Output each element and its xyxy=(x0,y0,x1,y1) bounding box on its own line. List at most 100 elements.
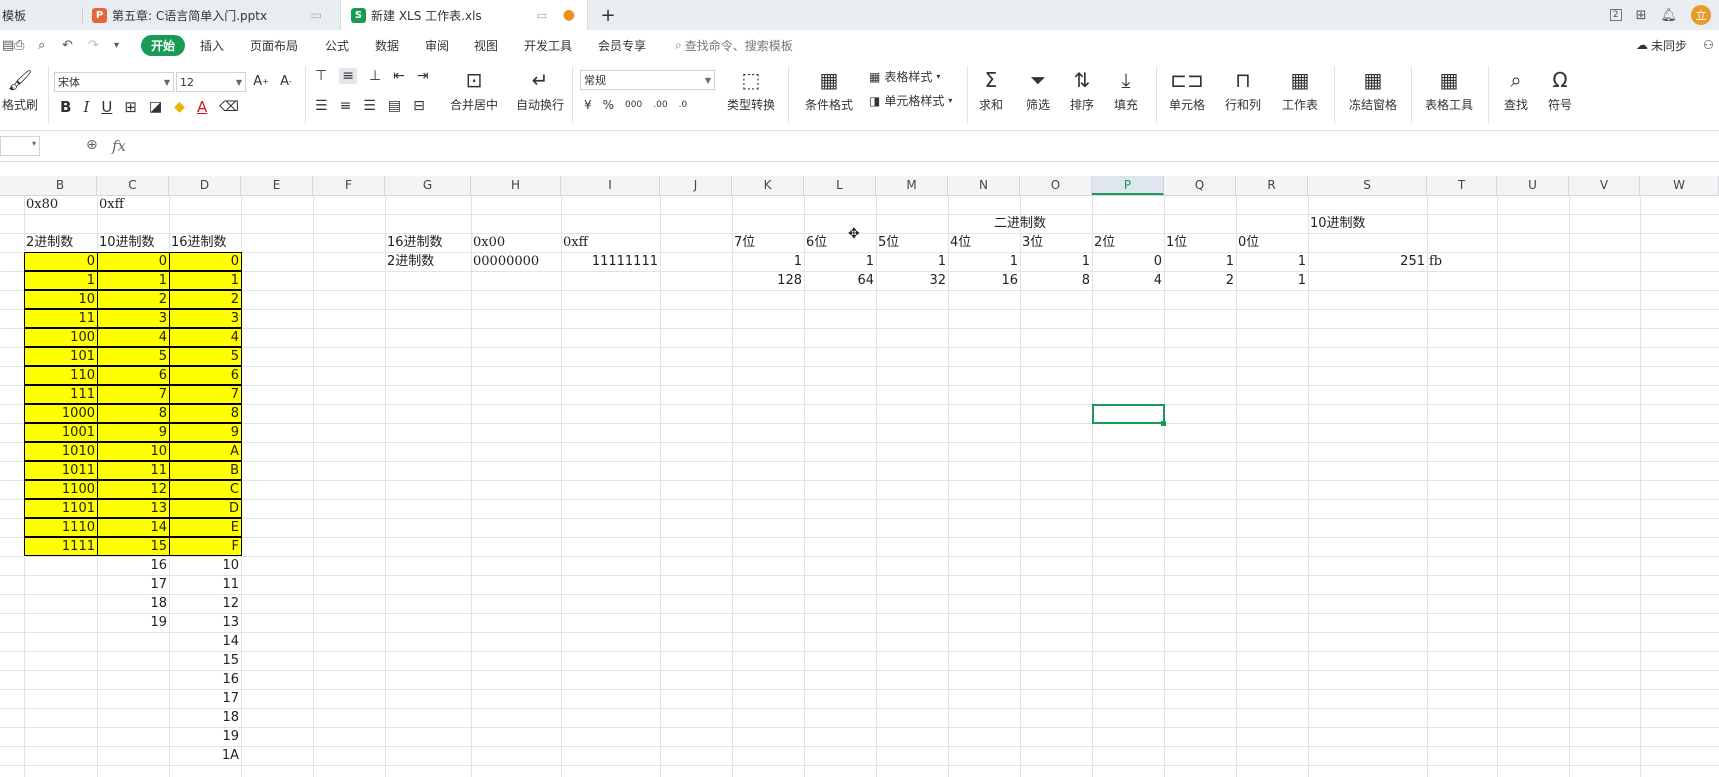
bit-weight[interactable]: 32 xyxy=(876,271,948,290)
table-cell[interactable]: 11 xyxy=(97,461,170,480)
more-chevron-icon[interactable]: ▾ xyxy=(114,30,119,60)
table-cell[interactable]: 9 xyxy=(97,423,170,442)
bit-weight[interactable]: 1 xyxy=(1236,271,1308,290)
italic-icon[interactable]: I xyxy=(83,98,89,116)
column-header-h[interactable]: H xyxy=(471,176,561,195)
align-top-icon[interactable]: ⊤ xyxy=(315,68,327,84)
bit-weight[interactable]: 8 xyxy=(1020,271,1092,290)
column-header-o[interactable]: O xyxy=(1020,176,1092,195)
table-cell[interactable]: 8 xyxy=(169,404,242,423)
table-cell[interactable]: 10 xyxy=(24,290,98,309)
column-header-s[interactable]: S xyxy=(1308,176,1427,195)
cell-c[interactable]: 19 xyxy=(97,613,169,632)
cell-d[interactable]: 10 xyxy=(169,556,241,575)
font-size-select[interactable]: 12 ▼ xyxy=(176,72,246,92)
sync-status[interactable]: ☁ 未同步 xyxy=(1636,30,1687,60)
column-header-q[interactable]: Q xyxy=(1164,176,1236,195)
table-cell[interactable]: 12 xyxy=(97,480,170,499)
table-cell[interactable]: 2 xyxy=(97,290,170,309)
fill-handle[interactable] xyxy=(1161,421,1166,426)
table-cell[interactable]: 2 xyxy=(169,290,242,309)
menu-insert[interactable]: 插入 xyxy=(200,30,224,60)
title-binary[interactable]: 二进制数 xyxy=(948,214,1092,233)
layout-icon[interactable]: 2 xyxy=(1609,9,1622,21)
cell-d[interactable]: 16 xyxy=(169,670,241,689)
table-cell[interactable]: 1110 xyxy=(24,518,98,537)
bit-header[interactable]: 3位 xyxy=(1020,233,1092,252)
table-cell[interactable]: D xyxy=(169,499,242,518)
row-col-button[interactable]: ⊓ 行和列 xyxy=(1213,64,1273,126)
menu-review[interactable]: 审阅 xyxy=(425,30,449,60)
cell-style-button[interactable]: ◨ 单元格样式 ▾ xyxy=(869,92,952,109)
align-left-icon[interactable]: ☰ xyxy=(315,98,328,114)
increase-decimal-icon[interactable]: .00 xyxy=(653,100,667,110)
menu-start[interactable]: 开始 xyxy=(141,30,186,60)
cell-c[interactable]: 16 xyxy=(97,556,169,575)
column-header-e[interactable]: E xyxy=(241,176,313,195)
table-cell[interactable]: C xyxy=(169,480,242,499)
title-decimal[interactable]: 10进制数 xyxy=(1308,214,1427,233)
table-cell[interactable]: 5 xyxy=(97,347,170,366)
zoom-icon[interactable]: ⊕ xyxy=(86,137,98,153)
bit-value[interactable]: 0 xyxy=(1092,252,1164,271)
cell-c[interactable]: 17 xyxy=(97,575,169,594)
bold-icon[interactable]: B xyxy=(60,98,71,116)
table-cell[interactable]: 4 xyxy=(169,328,242,347)
table-cell[interactable]: 4 xyxy=(97,328,170,347)
worksheet-button[interactable]: ▦ 工作表 xyxy=(1268,64,1332,126)
name-box[interactable]: ▾ xyxy=(0,136,40,156)
table-cell[interactable]: 6 xyxy=(97,366,170,385)
column-header-r[interactable]: R xyxy=(1236,176,1308,195)
bit-value[interactable]: 1 xyxy=(876,252,948,271)
percent-icon[interactable]: % xyxy=(603,98,614,112)
table-cell[interactable]: 101 xyxy=(24,347,98,366)
menu-formula[interactable]: 公式 xyxy=(325,30,349,60)
bit-value[interactable]: 1 xyxy=(1020,252,1092,271)
font-name-select[interactable]: 宋体 ▼ xyxy=(54,72,174,92)
table-cell[interactable]: 13 xyxy=(97,499,170,518)
folder-icon[interactable]: ▤ xyxy=(2,30,14,60)
bit-value[interactable]: 1 xyxy=(948,252,1020,271)
cell-d[interactable]: 13 xyxy=(169,613,241,632)
column-header-u[interactable]: U xyxy=(1497,176,1569,195)
table-style-button[interactable]: ▦ 表格样式 ▾ xyxy=(869,68,940,85)
bit-value[interactable]: 1 xyxy=(1236,252,1308,271)
thousands-icon[interactable]: 000 xyxy=(625,100,642,110)
column-header-n[interactable]: N xyxy=(948,176,1020,195)
table-cell[interactable]: 3 xyxy=(97,309,170,328)
freeze-button[interactable]: ▦ 冻结窗格 xyxy=(1338,64,1408,126)
formula-input[interactable] xyxy=(136,136,1719,156)
print-preview-icon[interactable]: ⌕ xyxy=(38,30,45,60)
avatar[interactable]: 立 xyxy=(1691,5,1711,25)
format-painter-button[interactable]: 🖌︎ 格式刷 xyxy=(0,64,50,126)
decimal-result[interactable]: 251 xyxy=(1308,252,1427,271)
bit-value[interactable]: 1 xyxy=(804,252,876,271)
symbol-button[interactable]: Ω 符号 xyxy=(1530,64,1590,126)
table-cell[interactable]: 7 xyxy=(169,385,242,404)
table-cell[interactable]: 7 xyxy=(97,385,170,404)
underline-icon[interactable]: U xyxy=(101,98,112,116)
header-cell[interactable]: 16进制数 xyxy=(169,233,241,252)
table-cell[interactable]: 0 xyxy=(169,252,242,271)
fill-button[interactable]: ⤓ 填充 xyxy=(1096,64,1156,126)
cell-i4[interactable]: 11111111 xyxy=(561,252,660,271)
column-header-g[interactable]: G xyxy=(385,176,471,195)
table-cell[interactable]: 8 xyxy=(97,404,170,423)
column-header-p[interactable]: P xyxy=(1092,176,1164,195)
float-window-icon[interactable]: ▭ xyxy=(537,9,547,22)
cell-c1[interactable]: 0xff xyxy=(97,195,169,214)
table-cell[interactable]: 5 xyxy=(169,347,242,366)
print-icon[interactable]: ⎙ xyxy=(14,30,24,60)
cell-h3[interactable]: 0x00 xyxy=(471,233,561,252)
table-cell[interactable]: 1011 xyxy=(24,461,98,480)
table-cell[interactable]: 1111 xyxy=(24,537,98,556)
cell-d[interactable]: 18 xyxy=(169,708,241,727)
close-icon[interactable]: ▭ xyxy=(311,8,322,22)
conditional-format-button[interactable]: ▦ 条件格式 xyxy=(797,64,861,126)
label-binary[interactable]: 2进制数 xyxy=(385,252,471,271)
cell-b1[interactable]: 0x80 xyxy=(24,195,97,214)
column-header-f[interactable]: F xyxy=(313,176,385,195)
type-convert-button[interactable]: ⬚ 类型转换 xyxy=(719,64,783,126)
bit-header[interactable]: 2位 xyxy=(1092,233,1164,252)
cell-d[interactable]: 19 xyxy=(169,727,241,746)
